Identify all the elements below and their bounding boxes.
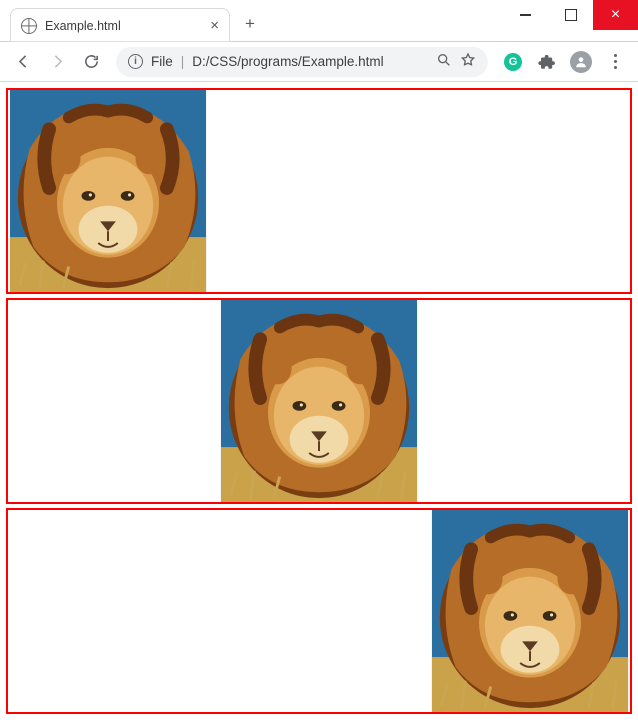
close-tab-icon[interactable]: × — [210, 18, 219, 33]
demo-box-right — [6, 508, 632, 714]
forward-button[interactable] — [42, 47, 72, 77]
url-path: D:/CSS/programs/Example.html — [192, 54, 428, 69]
window-close-button[interactable]: × — [593, 0, 638, 30]
address-bar[interactable]: i File | D:/CSS/programs/Example.html — [116, 47, 488, 77]
reload-button[interactable] — [76, 47, 106, 77]
browser-toolbar: i File | D:/CSS/programs/Example.html G — [0, 42, 638, 82]
page-viewport — [0, 82, 638, 725]
browser-tab[interactable]: Example.html × — [10, 8, 230, 42]
new-tab-button[interactable]: + — [236, 10, 264, 38]
window-titlebar: Example.html × + × — [0, 0, 638, 42]
tab-title: Example.html — [45, 19, 202, 33]
site-info-icon[interactable]: i — [128, 54, 143, 69]
maximize-button[interactable] — [548, 0, 593, 30]
globe-icon — [21, 18, 37, 34]
browser-menu-button[interactable] — [600, 47, 630, 77]
demo-box-center — [6, 298, 632, 504]
lion-image — [8, 90, 208, 292]
extensions-puzzle-icon[interactable] — [532, 47, 562, 77]
zoom-icon[interactable] — [436, 52, 452, 71]
lion-image — [430, 510, 630, 712]
url-scheme-label: File — [151, 54, 173, 69]
url-separator: | — [181, 54, 185, 69]
minimize-button[interactable] — [503, 0, 548, 30]
back-button[interactable] — [8, 47, 38, 77]
window-controls: × — [503, 0, 638, 30]
lion-image — [219, 300, 419, 502]
bookmark-star-icon[interactable] — [460, 52, 476, 71]
profile-avatar-icon[interactable] — [566, 47, 596, 77]
demo-box-left — [6, 88, 632, 294]
grammarly-extension-icon[interactable]: G — [498, 47, 528, 77]
